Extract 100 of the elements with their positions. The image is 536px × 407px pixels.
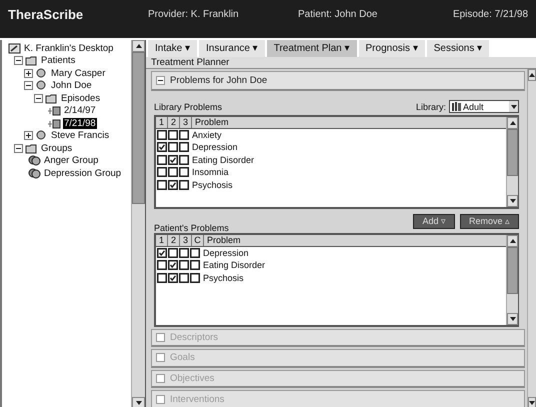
checkbox[interactable]	[168, 272, 178, 283]
tab[interactable]: Sessions ▾	[426, 40, 490, 57]
checkbox[interactable]	[179, 130, 189, 140]
square-icon	[156, 332, 165, 342]
checkbox[interactable]	[157, 248, 167, 258]
checkbox[interactable]	[179, 260, 189, 270]
scrollbar[interactable]	[131, 40, 145, 407]
tree-item[interactable]: Patients	[40, 55, 76, 66]
square-icon	[156, 353, 165, 362]
add-button[interactable]: Add ▿	[413, 214, 455, 229]
column-header[interactable]: 3	[180, 116, 192, 128]
tree-item[interactable]: Depression Group	[43, 168, 122, 179]
checkbox[interactable]	[168, 180, 178, 190]
checkbox[interactable]	[157, 142, 167, 152]
column-header[interactable]: 2	[168, 116, 180, 128]
tree-item[interactable]: 2/14/97	[63, 105, 97, 116]
collapse-icon[interactable]	[24, 81, 33, 90]
problem-name[interactable]: Psychosis	[203, 272, 244, 283]
collapse-icon	[156, 76, 165, 85]
problem-name[interactable]: Depression	[203, 248, 249, 258]
problem-name[interactable]: Eating Disorder	[192, 154, 254, 165]
scrollbar[interactable]	[527, 69, 536, 407]
problem-name[interactable]: Depression	[192, 142, 238, 152]
checkbox[interactable]	[157, 272, 167, 283]
column-header[interactable]: 1	[156, 234, 168, 246]
checkbox[interactable]	[168, 154, 178, 165]
document-icon	[48, 105, 61, 116]
section-title: Descriptors	[170, 332, 218, 343]
tree-item[interactable]: Groups	[40, 142, 74, 154]
column-header[interactable]: Problem	[192, 116, 229, 128]
checkbox[interactable]	[179, 272, 189, 283]
problem-name[interactable]: Eating Disorder	[203, 260, 266, 270]
tree-item[interactable]: K. Franklin's Desktop	[23, 42, 114, 54]
scrollbar[interactable]	[506, 116, 518, 207]
column-header[interactable]: C	[192, 234, 204, 246]
problem-name[interactable]: Insomnia	[192, 167, 229, 178]
collapse-icon[interactable]	[14, 56, 23, 66]
patient-label: Patient: John Doe	[298, 9, 378, 20]
library-dropdown[interactable]: Adult	[449, 100, 519, 114]
tab[interactable]: Intake ▾	[148, 40, 198, 57]
checkbox[interactable]	[190, 248, 200, 258]
checkbox[interactable]	[179, 167, 189, 178]
checkbox[interactable]	[190, 260, 200, 270]
checkbox[interactable]	[157, 260, 167, 270]
problem-name[interactable]: Psychosis	[192, 180, 233, 190]
checkbox[interactable]	[179, 142, 189, 152]
provider-label: Provider: K. Franklin	[148, 9, 240, 20]
checkbox[interactable]	[168, 167, 178, 178]
page-title: Treatment Planner	[146, 57, 536, 69]
heads-icon	[28, 168, 41, 179]
checkbox[interactable]	[168, 248, 178, 258]
books-icon	[452, 102, 461, 112]
tree-item[interactable]: Anger Group	[43, 155, 100, 166]
problem-name[interactable]: Anxiety	[192, 130, 222, 140]
patient-problems-label: Patient's Problems	[154, 222, 229, 233]
section-title: Objectives	[170, 373, 214, 384]
checkbox[interactable]	[157, 167, 167, 178]
checkbox[interactable]	[168, 130, 178, 140]
collapse-icon[interactable]	[14, 144, 23, 153]
expand-icon[interactable]	[24, 131, 33, 140]
column-header[interactable]: 2	[168, 234, 180, 246]
checkbox[interactable]	[168, 142, 178, 152]
collapse-icon[interactable]	[34, 94, 43, 103]
tree-item[interactable]: Steve Francis	[50, 130, 110, 142]
square-icon	[156, 394, 165, 404]
section-title: Interventions	[170, 394, 224, 405]
checkbox[interactable]	[157, 154, 167, 165]
column-header[interactable]: 1	[156, 116, 168, 128]
remove-button[interactable]: Remove ▵	[460, 214, 519, 229]
folder-icon	[25, 142, 38, 154]
episode-label: Episode: 7/21/98	[452, 9, 528, 20]
library-label: Library:	[416, 102, 446, 112]
library-problems-label: Library Problems	[154, 102, 222, 112]
head-icon	[35, 130, 48, 142]
scrollbar[interactable]	[506, 234, 518, 325]
tree-item[interactable]: John Doe	[50, 80, 93, 92]
tree-item[interactable]: Mary Casper	[50, 68, 106, 79]
tree-item[interactable]: Episodes	[60, 92, 102, 104]
checkbox[interactable]	[190, 272, 200, 283]
section-title: Problems for John Doe	[170, 74, 268, 86]
checkbox[interactable]	[168, 260, 178, 270]
section-title: Goals	[170, 352, 195, 364]
head-icon	[35, 68, 48, 79]
tab[interactable]: Prognosis ▾	[358, 40, 425, 57]
expand-icon[interactable]	[24, 68, 33, 78]
checkbox[interactable]	[179, 154, 189, 165]
tree-item[interactable]: 7/21/98	[63, 118, 97, 129]
checkbox[interactable]	[157, 180, 167, 190]
checkbox[interactable]	[157, 130, 167, 140]
square-icon	[156, 374, 165, 384]
column-header[interactable]: Problem	[204, 234, 241, 246]
tab[interactable]: Insurance ▾	[199, 40, 265, 57]
column-header[interactable]: 3	[180, 234, 192, 246]
tab[interactable]: Treatment Plan ▾	[266, 40, 357, 57]
desktop-icon	[8, 42, 21, 54]
head-icon	[35, 80, 48, 92]
app-logo: TheraScribe	[8, 7, 84, 22]
checkbox[interactable]	[179, 248, 189, 258]
section-header[interactable]: Problems for John Doe	[151, 71, 525, 91]
checkbox[interactable]	[179, 180, 189, 190]
